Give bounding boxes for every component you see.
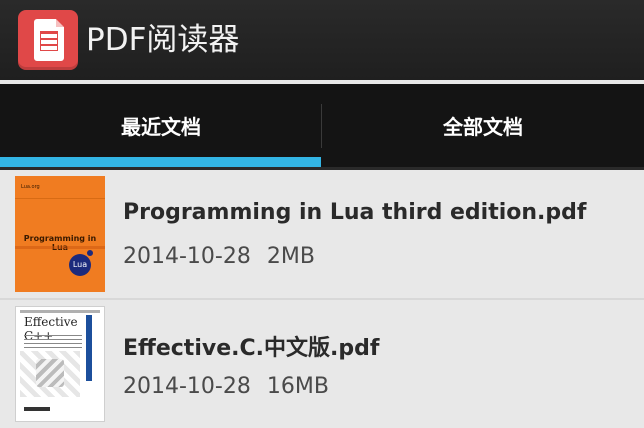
file-meta: 2014-10-28 2MB xyxy=(123,244,315,269)
cover-text-lines xyxy=(24,335,82,349)
document-thumbnail: Effective C++ xyxy=(15,306,105,422)
cover-publisher: Lua.org xyxy=(21,184,40,190)
document-list: Lua.org Programming in Lua Lua Programmi… xyxy=(0,170,644,427)
cover-title: Programming in Lua xyxy=(23,234,97,252)
lua-moon-icon xyxy=(87,250,93,256)
action-bar: PDF阅读器 xyxy=(0,0,644,80)
file-name: Effective.C.中文版.pdf xyxy=(123,336,380,361)
file-date: 2014-10-28 xyxy=(123,374,251,399)
cover-artwork-detail xyxy=(36,359,64,387)
page-fold xyxy=(56,19,64,27)
cover-side-bar xyxy=(86,315,92,381)
selected-tab-indicator xyxy=(0,157,321,167)
file-size: 2MB xyxy=(266,244,315,269)
lua-logo-icon: Lua xyxy=(69,254,91,276)
pdf-app-icon[interactable] xyxy=(18,10,78,70)
cover-bottom-mark xyxy=(24,407,50,411)
file-name: Programming in Lua third edition.pdf xyxy=(123,200,587,225)
file-meta: 2014-10-28 16MB xyxy=(123,374,329,399)
cover-subtitle-line xyxy=(15,246,105,249)
app-title: PDF阅读器 xyxy=(86,22,240,58)
list-item[interactable]: Effective C++ Effective.C.中文版.pdf 2014-1… xyxy=(0,300,644,428)
file-date: 2014-10-28 xyxy=(123,244,251,269)
file-size: 16MB xyxy=(266,374,329,399)
list-item[interactable]: Lua.org Programming in Lua Lua Programmi… xyxy=(0,170,644,300)
cover-top-line xyxy=(20,310,100,313)
document-thumbnail: Lua.org Programming in Lua Lua xyxy=(15,176,105,292)
tab-all-documents[interactable]: 全部文档 xyxy=(322,84,644,169)
document-lines xyxy=(40,31,58,51)
tab-label: 全部文档 xyxy=(443,115,523,139)
tab-label: 最近文档 xyxy=(121,115,201,139)
pdf-document-icon xyxy=(34,19,64,61)
